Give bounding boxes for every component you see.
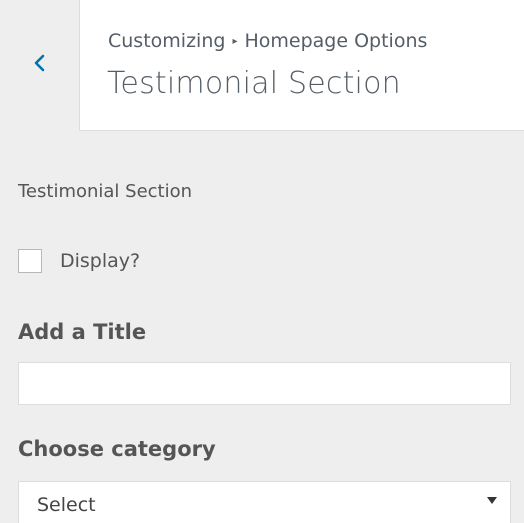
- display-checkbox-row[interactable]: Display?: [18, 249, 140, 273]
- panel-title: Testimonial Section: [107, 66, 401, 101]
- title-input[interactable]: [18, 362, 511, 405]
- category-select[interactable]: Select: [18, 481, 511, 523]
- breadcrumb-separator-icon: ▸: [232, 36, 238, 47]
- title-field-label: Add a Title: [18, 320, 147, 344]
- chevron-left-icon: [34, 54, 44, 71]
- display-checkbox[interactable]: [18, 249, 42, 273]
- back-button[interactable]: [0, 0, 80, 131]
- category-select-value: Select: [37, 494, 96, 516]
- breadcrumb-current: Homepage Options: [244, 30, 428, 52]
- customizer-panel: Customizing ▸ Homepage Options Testimonial…: [0, 0, 524, 523]
- breadcrumb: Customizing ▸ Homepage Options: [108, 30, 427, 52]
- breadcrumb-parent: Customizing: [108, 30, 226, 52]
- display-checkbox-label[interactable]: Display?: [60, 250, 140, 272]
- caret-down-icon: [487, 497, 497, 504]
- section-heading: Testimonial Section: [18, 181, 193, 202]
- category-field-label: Choose category: [18, 437, 216, 461]
- panel-header: Customizing ▸ Homepage Options Testimonial…: [0, 0, 524, 131]
